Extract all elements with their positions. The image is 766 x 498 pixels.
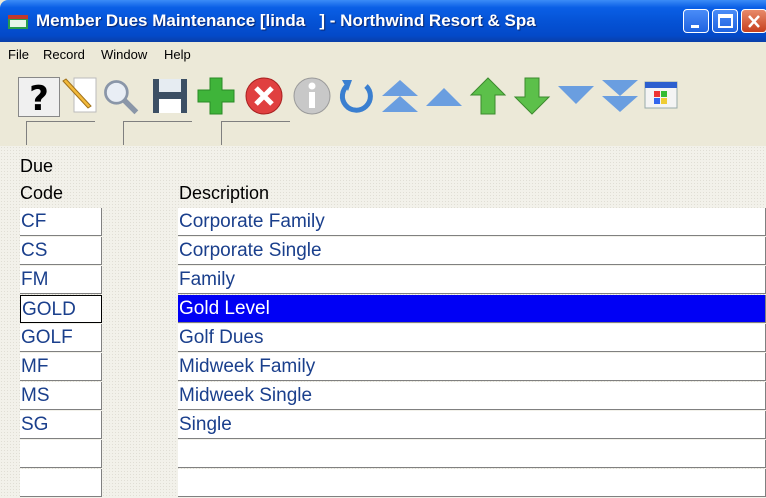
app-window-icon bbox=[8, 15, 28, 29]
first-record-icon bbox=[382, 80, 418, 112]
dues-grid: Due Code Description CF Corporate Family… bbox=[0, 146, 766, 498]
header-due: Due bbox=[20, 156, 54, 176]
menu-record[interactable]: Record bbox=[43, 47, 85, 62]
header-description: Description bbox=[179, 183, 270, 203]
save-button[interactable] bbox=[150, 76, 190, 116]
row-description[interactable]: Corporate Family bbox=[178, 208, 766, 236]
add-icon bbox=[197, 77, 235, 115]
help-button[interactable]: ? bbox=[18, 77, 60, 117]
windows-button[interactable] bbox=[641, 76, 681, 116]
row-description[interactable]: Golf Dues bbox=[178, 324, 766, 352]
next-page-icon bbox=[558, 86, 594, 104]
row-code[interactable]: CS bbox=[20, 237, 102, 265]
delete-icon bbox=[245, 77, 283, 115]
menu-bar: File Record Window Help bbox=[0, 42, 766, 68]
next-record-icon bbox=[513, 77, 551, 115]
row-code[interactable]: FM bbox=[20, 266, 102, 294]
save-icon bbox=[153, 79, 187, 113]
info-button[interactable] bbox=[292, 76, 332, 116]
windows-icon bbox=[644, 81, 678, 109]
filter-box-1[interactable] bbox=[26, 121, 95, 145]
maximize-icon bbox=[718, 14, 733, 28]
add-button[interactable] bbox=[196, 76, 236, 116]
minimize-button[interactable] bbox=[683, 9, 709, 33]
row-code[interactable] bbox=[20, 469, 102, 497]
window-title: Member Dues Maintenance [linda ] - North… bbox=[36, 11, 536, 30]
refresh-button[interactable] bbox=[336, 76, 376, 116]
info-icon bbox=[293, 77, 331, 115]
row-code-selected[interactable]: GOLD bbox=[20, 295, 102, 323]
toolbar: ? bbox=[0, 68, 766, 117]
row-code[interactable]: CF bbox=[20, 208, 102, 236]
filter-box-3[interactable] bbox=[221, 121, 290, 145]
row-code[interactable]: SG bbox=[20, 411, 102, 439]
new-record-button[interactable] bbox=[60, 76, 100, 116]
find-button[interactable] bbox=[100, 76, 140, 116]
find-icon bbox=[104, 80, 139, 115]
refresh-icon bbox=[339, 80, 373, 113]
svg-text:?: ? bbox=[29, 79, 49, 115]
menu-help[interactable]: Help bbox=[164, 47, 191, 62]
close-icon bbox=[748, 15, 760, 28]
menu-file[interactable]: File bbox=[8, 47, 29, 62]
previous-page-icon bbox=[426, 88, 462, 106]
filter-box-2[interactable] bbox=[123, 121, 192, 145]
next-record-button[interactable] bbox=[512, 76, 552, 116]
help-icon: ? bbox=[29, 79, 49, 115]
row-description-selected[interactable]: Gold Level bbox=[178, 295, 766, 323]
row-description[interactable]: Family bbox=[178, 266, 766, 294]
minimize-icon bbox=[691, 25, 699, 28]
maximize-button[interactable] bbox=[712, 9, 738, 33]
row-code[interactable]: GOLF bbox=[20, 324, 102, 352]
previous-record-icon bbox=[469, 77, 507, 115]
previous-page-button[interactable] bbox=[424, 76, 464, 116]
last-record-icon bbox=[602, 80, 638, 112]
header-code: Code bbox=[20, 183, 64, 203]
row-code[interactable]: MS bbox=[20, 382, 102, 410]
title-bar: Member Dues Maintenance [linda ] - North… bbox=[0, 0, 766, 42]
row-description[interactable]: Midweek Single bbox=[178, 382, 766, 410]
new-record-icon bbox=[62, 77, 97, 113]
close-button[interactable] bbox=[741, 9, 766, 33]
row-description[interactable]: Single bbox=[178, 411, 766, 439]
row-code[interactable] bbox=[20, 440, 102, 468]
row-description[interactable] bbox=[178, 469, 766, 497]
previous-record-button[interactable] bbox=[468, 76, 508, 116]
row-description[interactable]: Corporate Single bbox=[178, 237, 766, 265]
menu-window[interactable]: Window bbox=[101, 47, 147, 62]
row-description[interactable]: Midweek Family bbox=[178, 353, 766, 381]
last-record-button[interactable] bbox=[600, 76, 640, 116]
next-page-button[interactable] bbox=[556, 76, 596, 116]
row-code[interactable]: MF bbox=[20, 353, 102, 381]
first-record-button[interactable] bbox=[380, 76, 420, 116]
delete-button[interactable] bbox=[244, 76, 284, 116]
row-description[interactable] bbox=[178, 440, 766, 468]
